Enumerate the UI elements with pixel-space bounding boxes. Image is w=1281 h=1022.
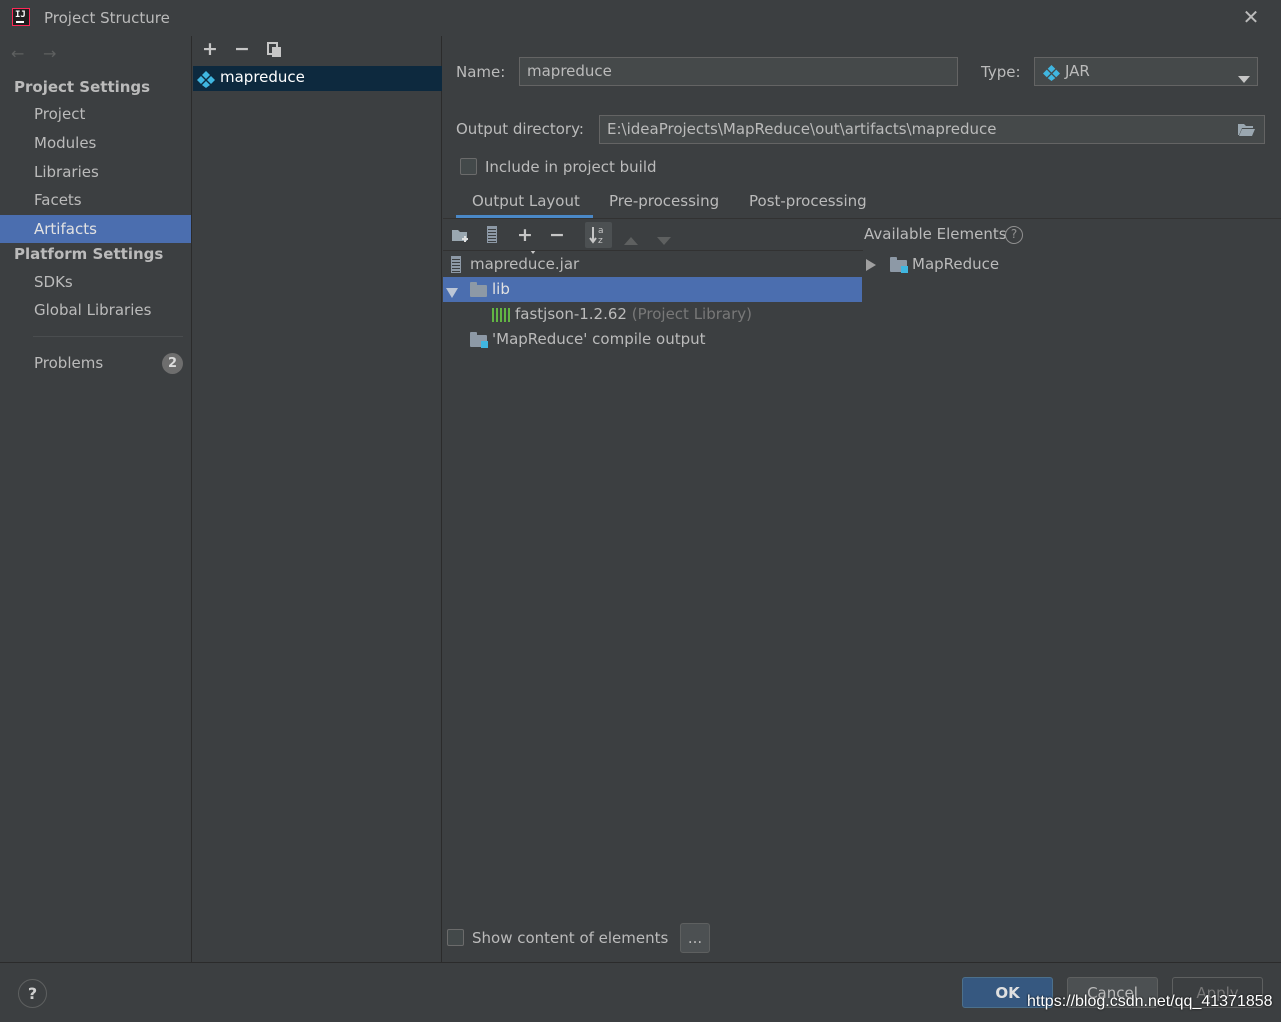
available-elements-header: Available Elements bbox=[864, 225, 1007, 243]
folder-icon bbox=[470, 282, 487, 297]
artifacts-list-panel bbox=[193, 36, 442, 962]
chevron-down-icon[interactable] bbox=[1238, 69, 1250, 83]
output-directory-label: Output directory: bbox=[456, 120, 584, 138]
library-icon bbox=[492, 308, 510, 322]
platform-settings-header: Platform Settings bbox=[14, 245, 164, 263]
include-in-build-checkbox[interactable] bbox=[460, 158, 477, 175]
intellij-app-icon: IJ bbox=[12, 8, 30, 26]
library-suffix: (Project Library) bbox=[631, 305, 752, 323]
project-settings-header: Project Settings bbox=[14, 78, 151, 96]
footer-divider bbox=[0, 962, 1281, 963]
sidebar-item-libraries[interactable]: Libraries bbox=[0, 158, 191, 186]
sidebar-item-modules[interactable]: Modules bbox=[0, 129, 191, 157]
watermark-text: https://blog.csdn.net/qq_41371858 bbox=[1027, 993, 1273, 1010]
help-circle-icon[interactable]: ? bbox=[1005, 226, 1023, 244]
expanded-arrow-icon[interactable] bbox=[446, 284, 458, 298]
tree-item-lib: lib bbox=[492, 280, 510, 298]
svg-text:a: a bbox=[598, 226, 604, 236]
back-arrow-icon[interactable]: ← bbox=[11, 44, 24, 63]
tree-item-jar[interactable]: mapreduce.jar bbox=[470, 252, 579, 277]
sidebar-divider bbox=[33, 336, 183, 337]
tab-post-processing[interactable]: Post-processing bbox=[749, 192, 867, 210]
jar-icon bbox=[451, 256, 461, 273]
name-label: Name: bbox=[456, 63, 506, 81]
sidebar-item-artifacts[interactable]: Artifacts bbox=[0, 215, 191, 243]
module-badge-icon bbox=[481, 341, 488, 348]
show-content-checkbox[interactable] bbox=[447, 929, 464, 946]
move-up-icon[interactable] bbox=[624, 231, 638, 245]
sort-elements-button[interactable]: az bbox=[585, 222, 612, 248]
window-title: Project Structure bbox=[44, 9, 170, 27]
tree-item-compile-output[interactable]: 'MapReduce' compile output bbox=[492, 327, 706, 352]
close-icon[interactable]: ✕ bbox=[1241, 7, 1261, 27]
forward-arrow-icon[interactable]: → bbox=[43, 44, 56, 63]
jar-type-icon bbox=[1043, 64, 1060, 81]
title-bar bbox=[0, 0, 1281, 36]
add-dropdown-icon[interactable] bbox=[530, 240, 536, 254]
browse-folder-icon[interactable] bbox=[1237, 122, 1256, 137]
svg-text:z: z bbox=[598, 236, 603, 246]
remove-icon[interactable]: − bbox=[234, 38, 250, 60]
copy-icon[interactable] bbox=[267, 42, 282, 58]
show-content-label: Show content of elements bbox=[472, 929, 669, 947]
artifact-list-item-label: mapreduce bbox=[220, 68, 305, 86]
active-tab-indicator bbox=[456, 215, 593, 218]
name-input[interactable]: mapreduce bbox=[519, 57, 958, 86]
ellipsis-button[interactable]: ... bbox=[680, 923, 710, 953]
output-directory-input[interactable]: E:\ideaProjects\MapReduce\out\artifacts\… bbox=[599, 115, 1265, 144]
type-select[interactable]: JAR bbox=[1034, 57, 1258, 86]
include-in-build-label: Include in project build bbox=[485, 158, 657, 176]
tab-output-layout[interactable]: Output Layout bbox=[472, 192, 580, 210]
app-icon-text: IJ bbox=[15, 10, 26, 20]
layout-toolbar-divider bbox=[443, 250, 863, 251]
move-down-icon[interactable] bbox=[657, 231, 671, 245]
add-icon[interactable]: + bbox=[202, 38, 218, 60]
tabs-divider bbox=[443, 218, 1281, 219]
collapsed-arrow-icon[interactable] bbox=[866, 257, 876, 271]
tab-pre-processing[interactable]: Pre-processing bbox=[609, 192, 719, 210]
sidebar-item-sdks[interactable]: SDKs bbox=[0, 268, 191, 296]
type-label: Type: bbox=[981, 63, 1021, 81]
tree-item-library[interactable]: fastjson-1.2.62 (Project Library) bbox=[515, 302, 752, 327]
sidebar-item-facets[interactable]: Facets bbox=[0, 186, 191, 214]
create-archive-icon[interactable] bbox=[487, 226, 497, 243]
sidebar-item-project[interactable]: Project bbox=[0, 100, 191, 128]
help-button[interactable]: ? bbox=[18, 979, 47, 1008]
artifact-icon bbox=[197, 70, 215, 88]
library-name: fastjson-1.2.62 bbox=[515, 305, 627, 323]
create-directory-icon[interactable] bbox=[452, 227, 470, 243]
available-item-mapreduce[interactable]: MapReduce bbox=[912, 252, 999, 277]
sidebar-item-global-libraries[interactable]: Global Libraries bbox=[0, 296, 191, 324]
problems-count-badge: 2 bbox=[162, 353, 183, 374]
module-folder-badge-icon bbox=[901, 266, 908, 273]
remove-element-icon[interactable]: − bbox=[549, 224, 565, 246]
